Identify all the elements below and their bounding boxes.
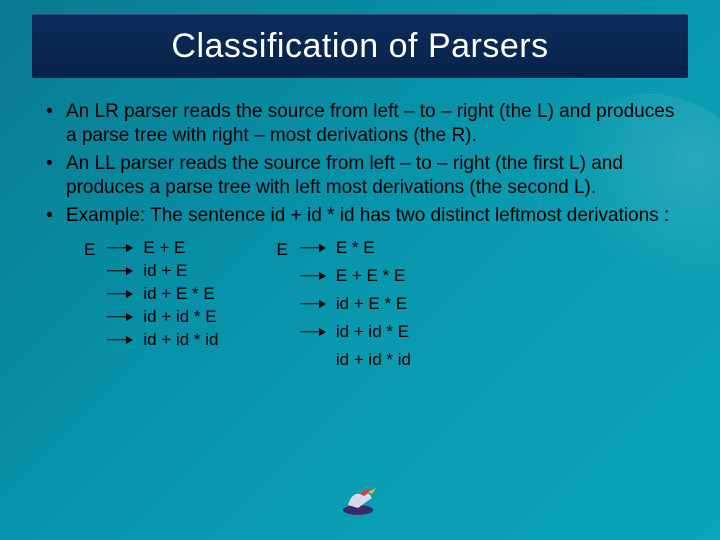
arrow-icon <box>300 299 326 309</box>
arrow-icon <box>107 289 133 299</box>
arrow-icon <box>107 335 133 345</box>
derivations-row: E E + E id + E id + E * E id + id * E <box>44 238 676 370</box>
derivation-step: E * E <box>300 238 411 258</box>
derivation-step-text: id + id * E <box>143 307 216 327</box>
derivation-step: id + id * id <box>300 350 411 370</box>
derivation-step-text: E + E * E <box>336 266 405 286</box>
derivation-step-text: E * E <box>336 238 375 258</box>
derivation-step: id + id * E <box>300 322 411 342</box>
derivation-step: id + id * id <box>107 330 218 350</box>
bullet-item: Example: The sentence id + id * id has t… <box>44 204 676 228</box>
derivation-step: E + E <box>107 238 218 258</box>
derivation-b-start: E <box>276 238 287 260</box>
bullet-item: An LR parser reads the source from left … <box>44 100 676 148</box>
derivation-step-text: id + id * id <box>336 350 411 370</box>
arrow-icon <box>107 312 133 322</box>
arrow-icon <box>300 327 326 337</box>
arrow-icon <box>107 243 133 253</box>
derivation-b: E E * E E + E * E id + E * E id + id * E <box>276 238 410 370</box>
derivation-a-start: E <box>84 238 95 260</box>
derivation-step-text: id + id * E <box>336 322 409 342</box>
derivation-step-text: id + E * E <box>143 284 214 304</box>
arrow-icon <box>107 266 133 276</box>
content-area: An LR parser reads the source from left … <box>44 100 676 370</box>
pelican-logo-icon <box>338 480 378 516</box>
derivation-step: id + id * E <box>107 307 218 327</box>
title-bar: Classification of Parsers <box>32 14 688 78</box>
derivation-step-text: id + E <box>143 261 187 281</box>
derivation-step: id + E * E <box>300 294 411 314</box>
bullet-item: An LL parser reads the source from left … <box>44 152 676 200</box>
arrow-icon <box>300 243 326 253</box>
derivation-step: E + E * E <box>300 266 411 286</box>
derivation-step: id + E * E <box>107 284 218 304</box>
slide-title: Classification of Parsers <box>171 27 548 66</box>
derivation-step: id + E <box>107 261 218 281</box>
derivation-b-steps: E * E E + E * E id + E * E id + id * E i… <box>300 238 411 370</box>
derivation-a-steps: E + E id + E id + E * E id + id * E id +… <box>107 238 218 350</box>
derivation-step-text: id + id * id <box>143 330 218 350</box>
bullet-list: An LR parser reads the source from left … <box>44 100 676 228</box>
arrow-icon <box>300 271 326 281</box>
derivation-a: E E + E id + E id + E * E id + id * E <box>84 238 218 370</box>
derivation-step-text: E + E <box>143 238 185 258</box>
derivation-step-text: id + E * E <box>336 294 407 314</box>
